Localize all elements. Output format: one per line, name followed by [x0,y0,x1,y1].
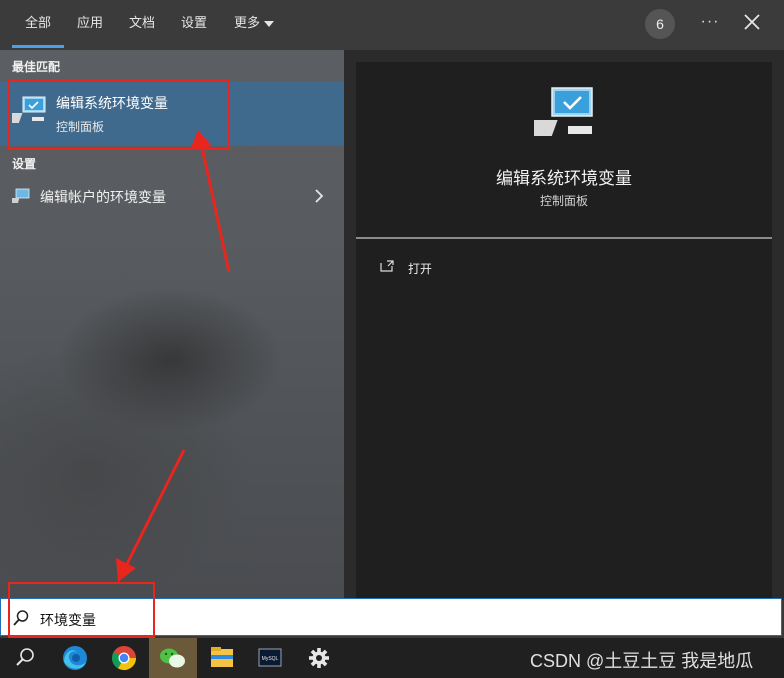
search-tabs-bar: 全部 应用 文档 设置 更多 6 ··· [0,0,784,50]
tab-more-label: 更多 [234,15,261,30]
settings-heading: 设置 [12,157,37,171]
details-card [356,62,772,598]
annotation-box-search [8,582,155,638]
best-match-heading: 最佳匹配 [12,60,61,74]
tab-documents[interactable]: 文档 [129,13,155,33]
details-title: 编辑系统环境变量 [496,169,632,188]
ellipsis-icon[interactable]: ··· [700,12,720,32]
user-computer-icon [12,188,30,203]
rewards-badge[interactable]: 6 [645,9,675,39]
wechat-icon[interactable] [153,640,193,676]
file-explorer-icon[interactable] [202,640,242,676]
open-window-icon [380,260,394,272]
details-subtitle: 控制面板 [539,194,588,208]
tab-all[interactable]: 全部 [25,13,51,33]
tab-apps[interactable]: 应用 [77,13,103,33]
chrome-icon[interactable] [104,640,144,676]
settings-gear-icon[interactable] [299,640,339,676]
annotation-box-best-match [8,80,230,150]
mysql-icon[interactable]: MySQL [250,640,290,676]
tab-settings[interactable]: 设置 [181,13,207,33]
chevron-down-icon [264,20,275,27]
mysql-icon-label: MySQL [262,656,279,662]
active-tab-indicator [12,45,64,48]
details-divider [356,237,772,239]
watermark: CSDN @土豆土豆 我是地瓜 [530,651,754,671]
search-icon[interactable] [4,640,44,676]
computer-monitor-icon [534,87,593,136]
settings-result-label: 编辑帐户的环境变量 [40,189,166,205]
tab-more[interactable]: 更多 [234,13,275,33]
close-icon[interactable] [742,12,762,32]
open-action[interactable] [378,257,498,279]
chevron-right-icon[interactable] [313,189,325,203]
edge-icon[interactable] [55,640,95,676]
open-label: 打开 [408,262,433,276]
